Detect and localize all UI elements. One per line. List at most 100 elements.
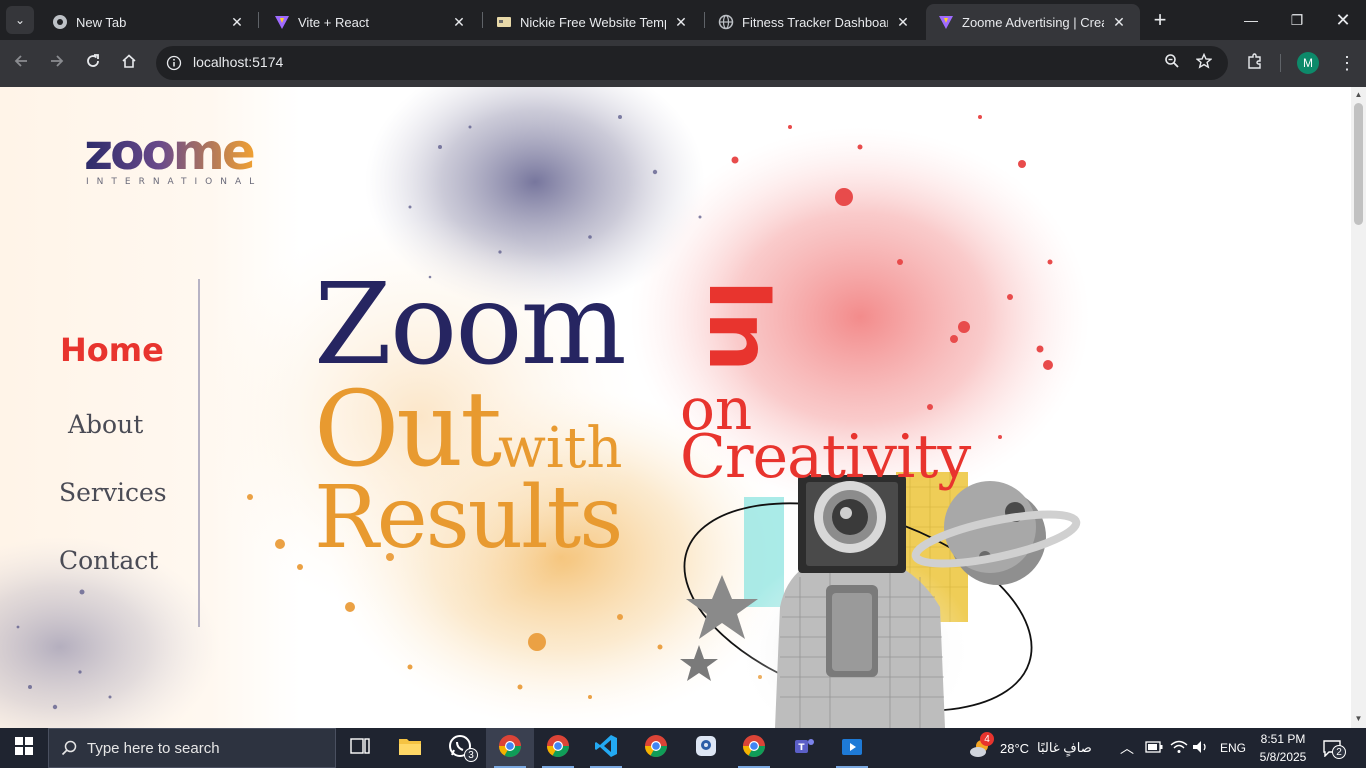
more-vertical-icon: ⋮ xyxy=(1338,53,1356,73)
headline-zoom: Zoom xyxy=(314,260,627,390)
nav-home[interactable]: Home xyxy=(60,331,164,369)
tab-separator xyxy=(258,12,259,28)
page-viewport: zoome INTERNATIONAL Home About Services … xyxy=(0,87,1351,728)
chrome-icon xyxy=(644,734,668,763)
close-icon[interactable]: ✕ xyxy=(894,13,912,31)
tab-search-button[interactable]: ⌄ xyxy=(6,6,34,34)
nav-divider xyxy=(198,279,200,627)
back-button[interactable] xyxy=(6,48,36,78)
site-info-icon[interactable] xyxy=(164,53,184,73)
start-button[interactable] xyxy=(0,728,48,768)
notification-count: 2 xyxy=(1332,745,1346,759)
network-indicator[interactable] xyxy=(1170,728,1188,768)
close-icon[interactable]: ✕ xyxy=(450,13,468,31)
logo-subtitle: INTERNATIONAL xyxy=(86,177,262,187)
chevron-down-icon: ⌄ xyxy=(14,13,26,27)
reload-button[interactable] xyxy=(78,48,108,78)
browser-menu-button[interactable]: ⋮ xyxy=(1332,48,1362,78)
chrome-taskbar-button[interactable] xyxy=(486,728,534,768)
tab-separator xyxy=(482,12,483,28)
zoom-button[interactable] xyxy=(1157,48,1187,78)
close-icon[interactable]: ✕ xyxy=(672,13,690,31)
tab-title: Vite + React xyxy=(298,14,369,30)
camera-app-button[interactable] xyxy=(682,728,730,768)
battery-indicator[interactable] xyxy=(1145,728,1163,768)
star-icon xyxy=(1195,52,1213,74)
show-hidden-icons[interactable]: ︿ xyxy=(1120,728,1134,768)
tab-title: Nickie Free Website Templat xyxy=(520,14,666,30)
notification-center[interactable]: 2 xyxy=(1322,728,1346,768)
plus-icon: + xyxy=(1153,7,1167,32)
url-text[interactable]: localhost:5174 xyxy=(193,54,283,70)
home-icon xyxy=(121,53,137,74)
chevron-up-icon: ︿ xyxy=(1120,740,1134,756)
tab-zoome-advertising[interactable]: Zoome Advertising | Creativ ✕ xyxy=(926,4,1140,40)
volume-control[interactable] xyxy=(1192,728,1210,768)
task-view-button[interactable] xyxy=(336,728,384,768)
media-player-button[interactable] xyxy=(828,728,876,768)
scroll-down-icon[interactable]: ▼ xyxy=(1354,715,1363,723)
nav-about[interactable]: About xyxy=(68,410,143,439)
tab-separator xyxy=(704,12,705,28)
tab-vite-react[interactable]: Vite + React ✕ xyxy=(262,4,480,40)
chrome-icon xyxy=(546,734,570,763)
scroll-thumb[interactable] xyxy=(1354,103,1363,225)
tab-title: New Tab xyxy=(76,14,127,30)
clock-time: 8:51 PM xyxy=(1260,732,1306,746)
new-tab-button[interactable]: + xyxy=(1148,7,1172,32)
address-bar[interactable] xyxy=(156,46,1228,80)
chrome-button-2[interactable] xyxy=(632,728,680,768)
headline-results: Results xyxy=(314,468,623,568)
page-scrollbar[interactable]: ▲ ▼ xyxy=(1351,87,1366,728)
vite-icon xyxy=(274,14,290,30)
globe-icon xyxy=(718,14,734,30)
tab-strip: ⌄ New Tab ✕ Vite + React ✕ Nickie Free W… xyxy=(0,0,1366,40)
tab-title: Zoome Advertising | Creativ xyxy=(962,14,1104,30)
input-language[interactable]: ENG xyxy=(1220,728,1246,768)
minimize-icon: — xyxy=(1244,12,1258,28)
tab-title: Fitness Tracker Dashboard xyxy=(742,14,888,30)
teams-button[interactable]: T xyxy=(780,728,828,768)
whatsapp-badge: 3 xyxy=(464,748,478,762)
nav-services[interactable]: Services xyxy=(59,478,167,507)
logo-wordmark: zoome xyxy=(84,123,254,181)
hero-artwork: zoome INTERNATIONAL xyxy=(0,87,1090,728)
taskbar-search[interactable]: Type here to search xyxy=(48,728,336,768)
chrome-button-3[interactable] xyxy=(730,728,778,768)
tab-nickie-template[interactable]: Nickie Free Website Templat ✕ xyxy=(484,4,702,40)
home-button[interactable] xyxy=(114,48,144,78)
tab-new-tab[interactable]: New Tab ✕ xyxy=(40,4,258,40)
minimize-button[interactable]: — xyxy=(1228,0,1274,40)
scroll-up-icon[interactable]: ▲ xyxy=(1354,91,1363,99)
chrome-icon xyxy=(52,14,68,30)
forward-button[interactable] xyxy=(42,48,72,78)
restore-button[interactable]: ❐ xyxy=(1274,0,1320,40)
media-player-icon xyxy=(840,734,864,763)
arrow-left-icon xyxy=(13,53,29,74)
close-icon[interactable]: ✕ xyxy=(228,13,246,31)
search-icon xyxy=(61,740,77,756)
tab-fitness-tracker[interactable]: Fitness Tracker Dashboard ✕ xyxy=(706,4,924,40)
whatsapp-button[interactable]: 3 xyxy=(436,728,484,768)
weather-condition: صافٍ غالبًا xyxy=(1037,740,1092,755)
profile-avatar[interactable]: M xyxy=(1297,52,1319,74)
vite-icon xyxy=(938,14,954,30)
zoome-logo: zoome INTERNATIONAL xyxy=(84,123,262,187)
headline-in: In xyxy=(689,279,789,373)
taskbar-clock[interactable]: 8:51 PM 5/8/2025 xyxy=(1250,730,1316,766)
weather-icon: 4 xyxy=(968,732,994,758)
close-icon[interactable]: ✕ xyxy=(1110,13,1128,31)
chrome-profile-button[interactable] xyxy=(534,728,582,768)
weather-widget[interactable]: 4 28°C صافٍ غالبًا xyxy=(968,728,1092,768)
headline-out: Out xyxy=(314,368,502,490)
notification-icon: 2 xyxy=(1322,739,1346,759)
reload-icon xyxy=(85,53,101,74)
chrome-icon xyxy=(742,734,766,763)
bookmark-button[interactable] xyxy=(1189,48,1219,78)
file-explorer-button[interactable] xyxy=(386,728,434,768)
vscode-button[interactable] xyxy=(582,728,630,768)
close-window-button[interactable]: ✕ xyxy=(1320,0,1366,40)
nav-contact[interactable]: Contact xyxy=(59,546,158,575)
extensions-button[interactable] xyxy=(1240,48,1270,78)
weather-badge: 4 xyxy=(980,732,994,746)
